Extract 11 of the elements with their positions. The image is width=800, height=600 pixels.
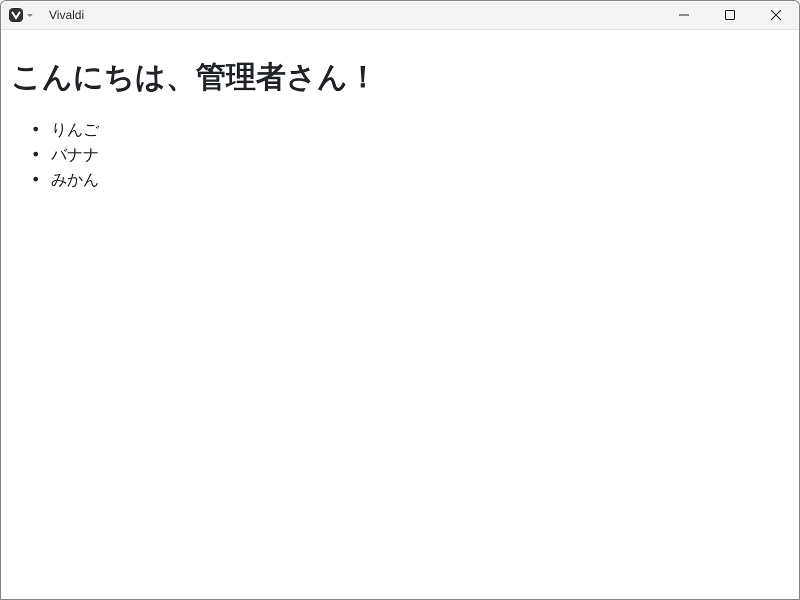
page-heading: こんにちは、管理者さん！ [11,59,379,97]
bullet: • [31,119,42,141]
list-item: りんご [51,119,99,141]
list-item: みかん [51,169,99,191]
caret-icon[interactable] [27,14,33,16]
list-item: バナナ [51,144,99,166]
maximize-icon[interactable] [725,10,735,20]
bullet: • [31,169,42,191]
close-icon[interactable] [771,10,781,20]
window-title: Vivaldi [49,7,84,24]
bullet: • [31,144,42,166]
